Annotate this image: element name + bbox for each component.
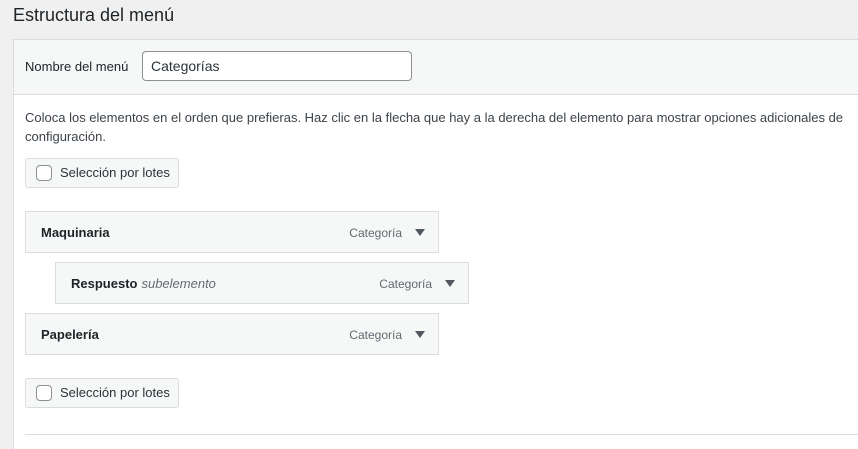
bulk-select-label: Selección por lotes (60, 385, 170, 400)
menu-structure-panel: Nombre del menú Coloca los elementos en … (13, 39, 858, 449)
menu-item-title: Respuesto subelemento (71, 276, 216, 291)
menu-item-title: Papelería (41, 327, 99, 342)
caret-down-icon[interactable] (412, 326, 428, 342)
bulk-select-button-top[interactable]: Selección por lotes (25, 158, 179, 188)
menu-name-input[interactable] (142, 51, 412, 81)
menu-item-title: Maquinaria (41, 225, 110, 240)
bulk-select-label: Selección por lotes (60, 165, 170, 180)
bulk-select-checkbox-top[interactable] (36, 165, 52, 181)
menu-item-papeleria[interactable]: Papelería Categoría (25, 313, 439, 355)
subitem-label: subelemento (141, 276, 216, 291)
bulk-select-checkbox-bottom[interactable] (36, 385, 52, 401)
page-title: Estructura del menú (13, 5, 175, 25)
menu-name-header: Nombre del menú (14, 40, 858, 95)
menu-item-type: Categoría (379, 277, 432, 291)
caret-down-icon[interactable] (442, 275, 458, 291)
menu-name-label: Nombre del menú (25, 59, 129, 74)
bulk-select-button-bottom[interactable]: Selección por lotes (25, 378, 179, 408)
caret-down-icon[interactable] (412, 224, 428, 240)
menu-item-maquinaria[interactable]: Maquinaria Categoría (25, 211, 439, 253)
section-divider (25, 434, 858, 435)
instructions-text: Coloca los elementos en el orden que pre… (25, 110, 844, 144)
menu-item-type: Categoría (349, 328, 402, 342)
menu-item-type: Categoría (349, 226, 402, 240)
menu-item-respuesto[interactable]: Respuesto subelemento Categoría (55, 262, 469, 304)
